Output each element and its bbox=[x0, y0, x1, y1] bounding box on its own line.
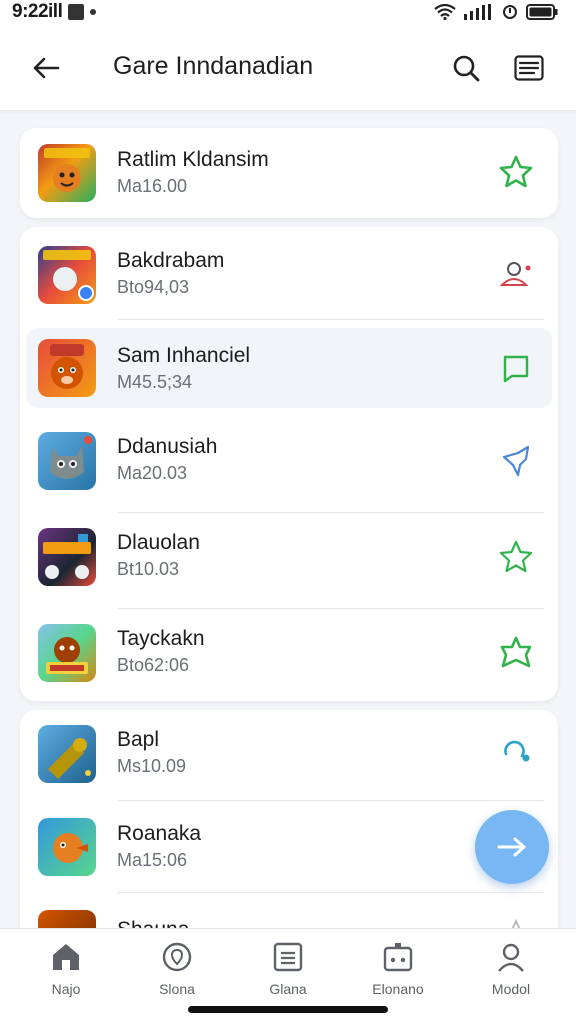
item-subtitle: Bt10.03 bbox=[117, 559, 180, 579]
item-subtitle: Bto62:06 bbox=[117, 655, 190, 675]
next-fab-button[interactable] bbox=[475, 810, 549, 884]
comment-icon bbox=[503, 355, 529, 383]
star-badge-icon bbox=[500, 636, 532, 668]
app-bar: Gare Inndanadian bbox=[0, 24, 576, 110]
item-subtitle: M45.5;34 bbox=[117, 372, 193, 392]
list-item[interactable]: Sam Inhanciel M45.5;34 bbox=[26, 328, 552, 408]
dot-icon bbox=[90, 9, 97, 15]
game-thumbnail bbox=[38, 624, 96, 682]
item-subtitle: Ma16.00 bbox=[117, 176, 188, 196]
game-thumbnail bbox=[38, 432, 96, 490]
nav-item-list[interactable]: Glana bbox=[238, 939, 338, 1009]
nav-item-games[interactable]: Elonano bbox=[348, 939, 448, 1009]
refresh-icon bbox=[504, 740, 530, 762]
favorite-button[interactable] bbox=[496, 633, 536, 673]
item-title: Ratlim Kldansim bbox=[117, 148, 269, 171]
item-title: Bakdrabam bbox=[117, 249, 225, 272]
favorite-button[interactable] bbox=[496, 152, 536, 192]
game-thumbnail bbox=[38, 246, 96, 304]
home-icon bbox=[53, 944, 79, 970]
remove-friend-button[interactable] bbox=[496, 255, 536, 295]
profile-icon bbox=[498, 943, 524, 972]
nav-label: Glana bbox=[269, 981, 307, 997]
location-icon bbox=[162, 942, 192, 972]
pin-icon bbox=[502, 445, 530, 477]
game-thumbnail bbox=[38, 144, 96, 202]
nav-label: Najo bbox=[51, 981, 81, 997]
list-card: Bakdrabam Bto94,03 Sam Inhanciel M45.5;3… bbox=[20, 227, 558, 701]
nav-label: Slona bbox=[159, 981, 195, 997]
wifi-icon bbox=[434, 4, 456, 20]
item-title: Bapl bbox=[117, 728, 160, 751]
item-title: Dlauolan bbox=[117, 531, 200, 554]
list-item[interactable]: Ratlim Kldansim Ma16.00 bbox=[20, 128, 558, 218]
status-time: 9:22ill bbox=[12, 1, 63, 22]
menu-icon bbox=[514, 55, 544, 81]
signal-icon bbox=[464, 4, 491, 20]
battery-icon bbox=[526, 4, 558, 20]
nav-item-profile[interactable]: Modol bbox=[461, 939, 561, 1009]
item-subtitle: Ma15:06 bbox=[117, 850, 188, 870]
game-thumbnail bbox=[38, 528, 96, 586]
game-thumbnail bbox=[38, 339, 96, 397]
search-button[interactable] bbox=[448, 50, 484, 86]
nav-label: Modol bbox=[491, 981, 531, 997]
item-title: Ddanusiah bbox=[117, 435, 218, 458]
item-title: Sam Inhanciel bbox=[117, 344, 251, 367]
item-subtitle: Ma20.03 bbox=[117, 463, 188, 483]
game-thumbnail bbox=[38, 818, 96, 876]
star-outline-icon bbox=[499, 540, 533, 573]
list-item[interactable]: Ddanusiah Ma20.03 bbox=[20, 413, 558, 509]
list-card: Bapl Ms10.09 Roanaka Ma15:06 Shauna bbox=[20, 710, 558, 950]
star-outline-icon bbox=[499, 155, 533, 188]
menu-button[interactable] bbox=[510, 50, 548, 86]
pin-button[interactable] bbox=[496, 441, 536, 481]
search-icon bbox=[453, 55, 480, 82]
arrow-right-icon bbox=[497, 837, 526, 857]
list-item[interactable]: Bakdrabam Bto94,03 bbox=[20, 227, 558, 323]
back-button[interactable] bbox=[28, 50, 64, 86]
status-bar: 9:22ill bbox=[0, 0, 576, 24]
item-title: Tayckakn bbox=[117, 627, 205, 650]
favorite-button[interactable] bbox=[496, 537, 536, 577]
comment-button[interactable] bbox=[496, 348, 536, 388]
page-title: Gare Inndanadian bbox=[113, 52, 314, 80]
list-icon bbox=[273, 942, 303, 972]
home-indicator bbox=[188, 1006, 388, 1013]
item-title: Roanaka bbox=[117, 822, 202, 845]
list-card: Ratlim Kldansim Ma16.00 bbox=[20, 128, 558, 218]
list-item[interactable]: Bapl Ms10.09 bbox=[20, 710, 558, 806]
item-subtitle: Ms10.09 bbox=[117, 756, 187, 776]
nav-label: Elonano bbox=[372, 981, 424, 997]
person-remove-icon bbox=[499, 262, 531, 286]
games-icon bbox=[383, 943, 413, 972]
list-item[interactable]: Tayckakn Bto62:06 bbox=[20, 605, 558, 701]
sync-icon bbox=[503, 5, 517, 19]
game-thumbnail bbox=[38, 725, 96, 783]
arrow-left-icon bbox=[33, 57, 60, 79]
item-subtitle: Bto94,03 bbox=[117, 277, 190, 297]
nav-item-store[interactable]: Slona bbox=[127, 939, 227, 1009]
nav-item-home[interactable]: Najo bbox=[16, 939, 116, 1009]
divider bbox=[117, 319, 544, 320]
refresh-button[interactable] bbox=[496, 732, 536, 772]
notification-icon bbox=[68, 4, 85, 20]
list-item[interactable]: Dlauolan Bt10.03 bbox=[20, 509, 558, 605]
